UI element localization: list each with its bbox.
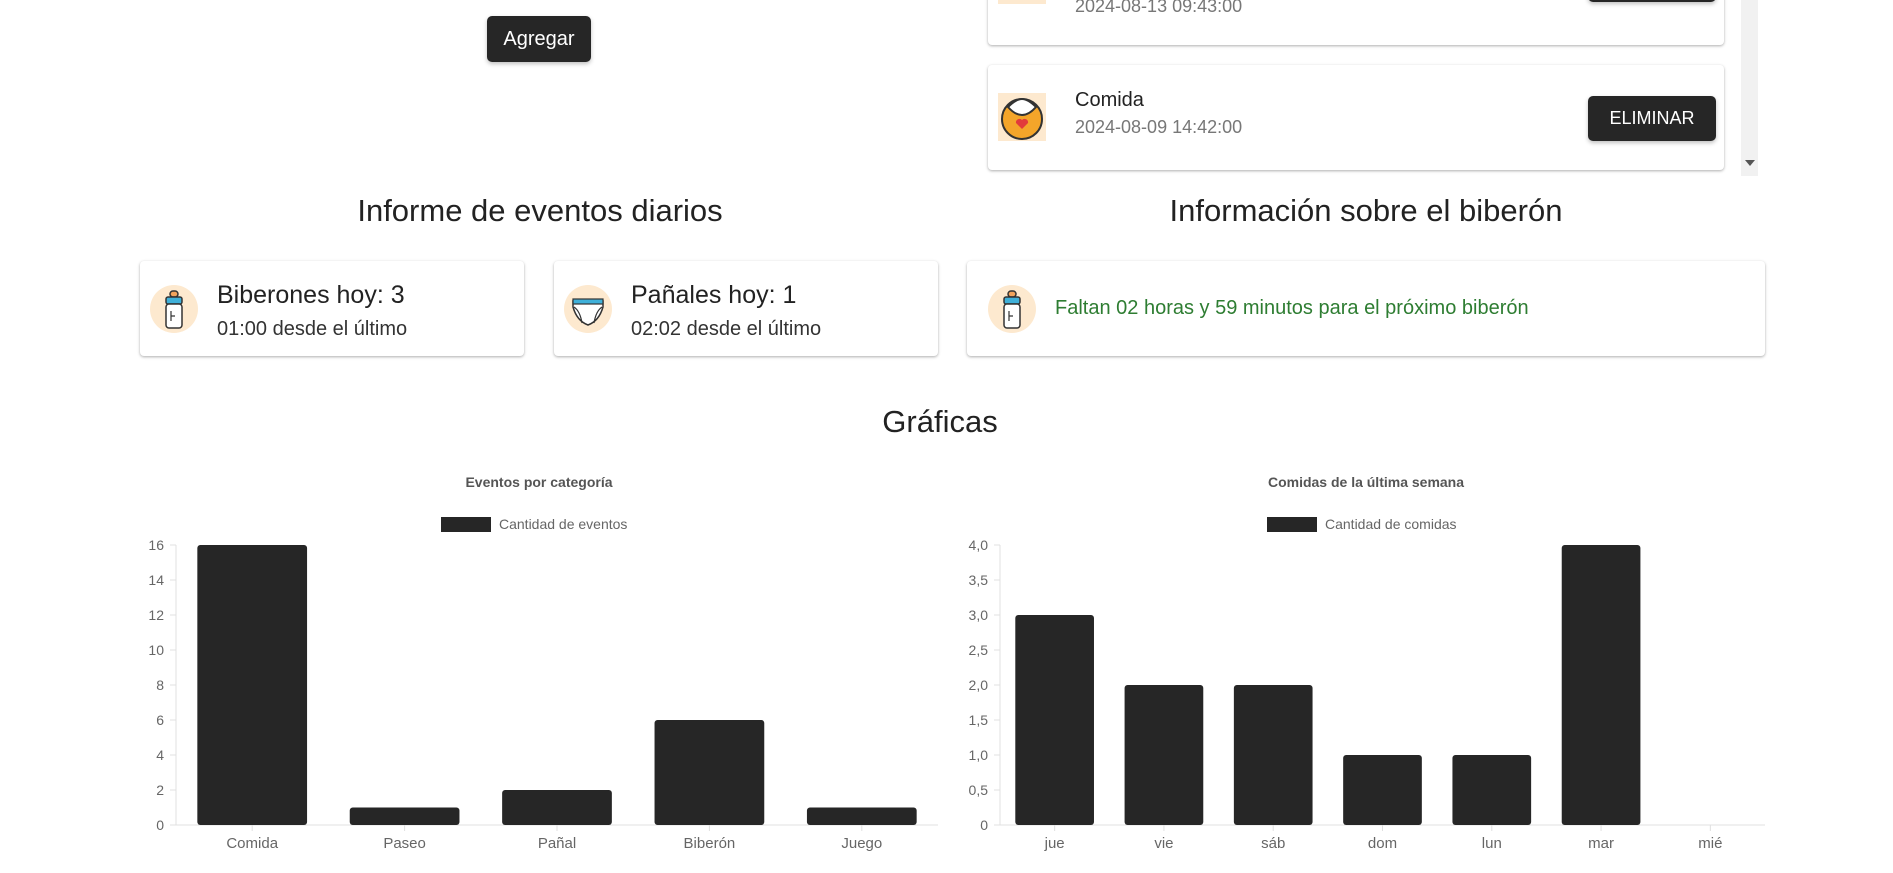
delete-button[interactable]	[1588, 0, 1716, 2]
bottle-info-title: Información sobre el biberón	[1169, 193, 1563, 228]
x-tick-label: Paseo	[383, 835, 426, 852]
y-tick-label: 2,5	[969, 642, 989, 658]
bar	[502, 790, 612, 825]
list-item: 2024-08-13 09:43:00	[988, 0, 1724, 45]
chart-title: Comidas de la última semana	[1267, 474, 1465, 490]
bib-icon	[998, 93, 1046, 141]
y-tick-label: 1,5	[969, 712, 989, 728]
y-tick-label: 16	[148, 537, 164, 553]
daily-report-title: Informe de eventos diarios	[357, 193, 723, 228]
y-tick-label: 0	[980, 817, 988, 833]
list-scrollbar[interactable]	[1741, 0, 1758, 176]
bottles-since-last: 01:00 desde el último	[217, 318, 408, 340]
y-tick-label: 3,5	[969, 572, 989, 588]
y-tick-label: 8	[156, 677, 164, 693]
bar	[1343, 755, 1422, 825]
y-tick-label: 10	[148, 642, 164, 658]
y-tick-label: 4	[156, 747, 164, 763]
baby-bottle-icon	[988, 285, 1036, 333]
y-tick-label: 2	[156, 782, 164, 798]
diapers-count: Pañales hoy: 1	[631, 281, 797, 309]
diaper-icon	[564, 285, 612, 333]
x-tick-label: Comida	[226, 835, 278, 852]
bar	[654, 720, 765, 825]
next-bottle-message: Faltan 02 horas y 59 minutos para el pró…	[1055, 297, 1529, 319]
charts-title: Gráficas	[882, 404, 998, 439]
x-tick-label: mié	[1698, 835, 1722, 852]
bottles-today-card: Biberones hoy: 3 01:00 desde el último	[140, 261, 524, 356]
diapers-today-card: Pañales hoy: 1 02:02 desde el último	[554, 261, 938, 356]
y-tick-label: 14	[148, 572, 164, 588]
x-tick-label: jue	[1044, 835, 1065, 852]
y-tick-label: 2,0	[969, 677, 989, 693]
x-tick-label: Juego	[841, 835, 882, 852]
y-tick-label: 3,0	[969, 607, 989, 623]
bar	[1452, 755, 1532, 825]
x-tick-label: lun	[1482, 835, 1502, 852]
y-tick-label: 4,0	[969, 537, 989, 553]
event-datetime: 2024-08-13 09:43:00	[1075, 0, 1243, 16]
event-name: Comida	[1075, 89, 1144, 111]
bar	[1124, 685, 1204, 825]
scroll-down-arrow-icon[interactable]	[1745, 160, 1755, 166]
bottles-count: Biberones hoy: 3	[217, 281, 405, 309]
x-tick-label: mar	[1588, 835, 1614, 852]
chart-title: Eventos por categoría	[465, 474, 613, 490]
event-list[interactable]: 2024-08-13 09:43:00 Comida 2024-08-09 14…	[988, 0, 1768, 176]
bar	[806, 807, 917, 825]
event-datetime: 2024-08-09 14:42:00	[1075, 117, 1243, 137]
y-tick-label: 6	[156, 712, 164, 728]
list-item: Comida 2024-08-09 14:42:00 ELIMINAR	[988, 65, 1724, 170]
bar	[1233, 685, 1313, 825]
bar	[1015, 615, 1094, 825]
weekly-meals-chart: 0 0,5 1,0 1,5 2,0 2,5 3,0 3,5 4,0 jue vie sáb dom lun…	[969, 537, 1765, 852]
delete-button[interactable]: ELIMINAR	[1588, 96, 1716, 141]
diapers-since-last: 02:02 desde el último	[631, 318, 822, 340]
x-tick-label: Biberón	[684, 835, 736, 852]
y-tick-label: 1,0	[969, 747, 989, 763]
events-by-category-chart: 0 2 4 6 8 10 12 14 16 Comida Paseo Pañal Biberón Jueg…	[148, 537, 938, 852]
baby-bottle-icon	[150, 285, 198, 333]
y-tick-label: 0	[156, 817, 164, 833]
bar	[197, 545, 308, 825]
next-bottle-card: Faltan 02 horas y 59 minutos para el pró…	[967, 261, 1765, 356]
bar	[1561, 545, 1641, 825]
event-type-icon	[998, 0, 1046, 4]
x-tick-label: dom	[1368, 835, 1397, 852]
x-tick-label: Pañal	[538, 835, 576, 852]
y-tick-label: 0,5	[969, 782, 989, 798]
add-button[interactable]: Agregar	[487, 16, 591, 62]
x-tick-label: vie	[1154, 835, 1173, 852]
x-tick-label: sáb	[1261, 835, 1285, 852]
bar	[349, 807, 460, 825]
y-tick-label: 12	[148, 607, 164, 623]
